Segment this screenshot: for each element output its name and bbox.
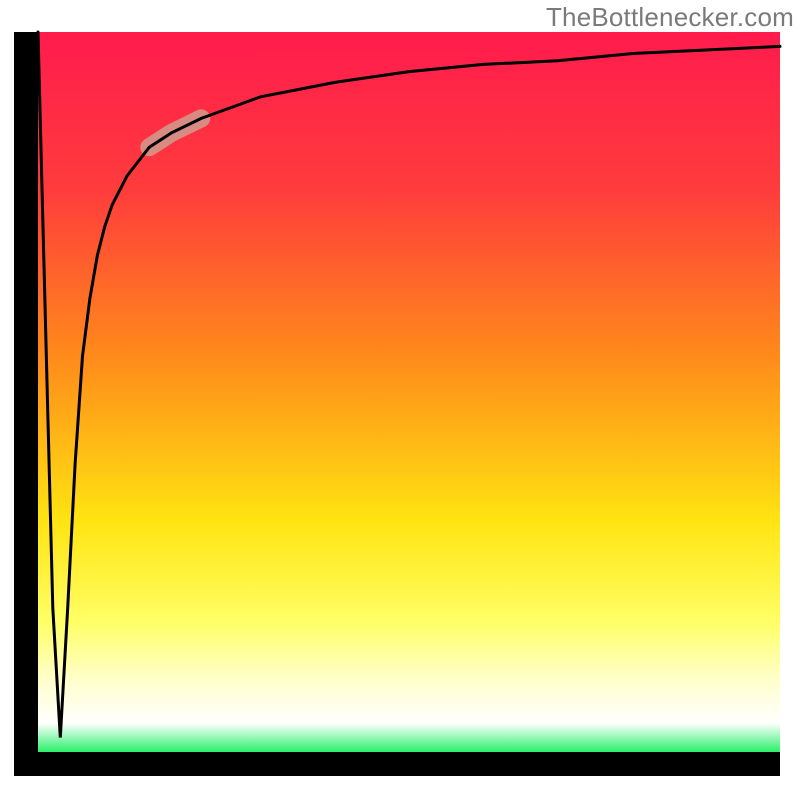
y-axis: [14, 32, 38, 776]
watermark-label: TheBottlenecker.com: [546, 2, 794, 33]
x-axis: [14, 752, 780, 776]
plot-area: [14, 32, 780, 776]
chart-stage: TheBottlenecker.com: [0, 0, 800, 800]
bottleneck-chart: [0, 0, 800, 800]
